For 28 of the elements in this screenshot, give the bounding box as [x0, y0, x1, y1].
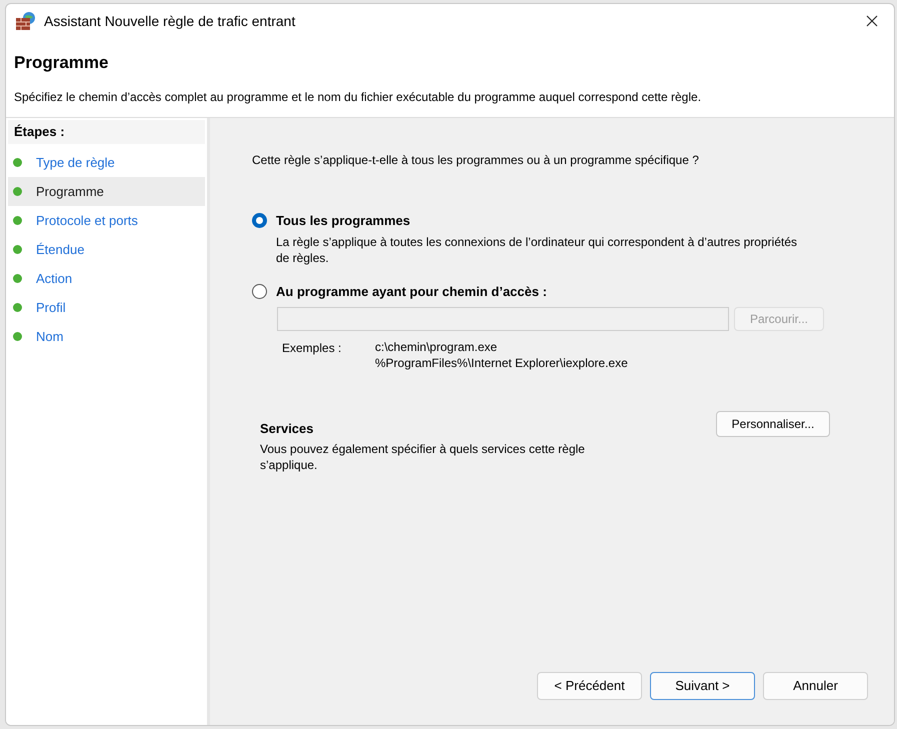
examples-label: Exemples :	[282, 340, 342, 357]
option-description: La règle s’applique à toutes les connexions de l’ordinateur qui correspondent à d’autres propriétés de règles.	[275, 234, 798, 266]
example-path: %ProgramFiles%\Internet Explorer\iexplore.exe	[375, 355, 628, 371]
wizard-button[interactable]: Suivant >	[650, 672, 755, 700]
option-label[interactable]: Tous les programmes	[276, 211, 410, 230]
option-label[interactable]: Au programme ayant pour chemin d’accès :	[276, 282, 547, 301]
firewall-icon	[16, 12, 36, 30]
step-item[interactable]: Type de règle	[8, 148, 205, 177]
services-title: Services	[260, 420, 314, 438]
steps-title: Étapes :	[8, 120, 205, 144]
wizard-button[interactable]: Annuler	[763, 672, 868, 700]
window-title: Assistant Nouvelle règle de trafic entrant	[44, 12, 296, 31]
page-description: Spécifiez le chemin d’accès complet au programme et le nom du fichier exécutable du programme auquel correspond cette règle.	[14, 88, 702, 106]
step-item[interactable]: Action	[8, 264, 205, 293]
customize-button[interactable]: Personnaliser...	[716, 411, 830, 437]
radio-button[interactable]	[252, 213, 267, 228]
example-path: c:\chemin\program.exe	[375, 339, 498, 355]
step-item[interactable]: Étendue	[8, 235, 205, 264]
services-description: Vous pouvez également spécifier à quels services cette règle s’applique.	[260, 440, 586, 472]
step-item[interactable]: Nom	[8, 322, 205, 351]
close-icon[interactable]	[866, 15, 878, 27]
step-item[interactable]: Profil	[8, 293, 205, 322]
question-text: Cette règle s’applique-t-elle à tous les programmes ou à un programme spécifique ?	[252, 152, 700, 169]
step-item[interactable]: Programme	[8, 177, 205, 206]
radio-button[interactable]	[252, 284, 267, 299]
step-item[interactable]: Protocole et ports	[8, 206, 205, 235]
wizard-button[interactable]: < Précédent	[537, 672, 642, 700]
page-title: Programme	[14, 52, 110, 74]
